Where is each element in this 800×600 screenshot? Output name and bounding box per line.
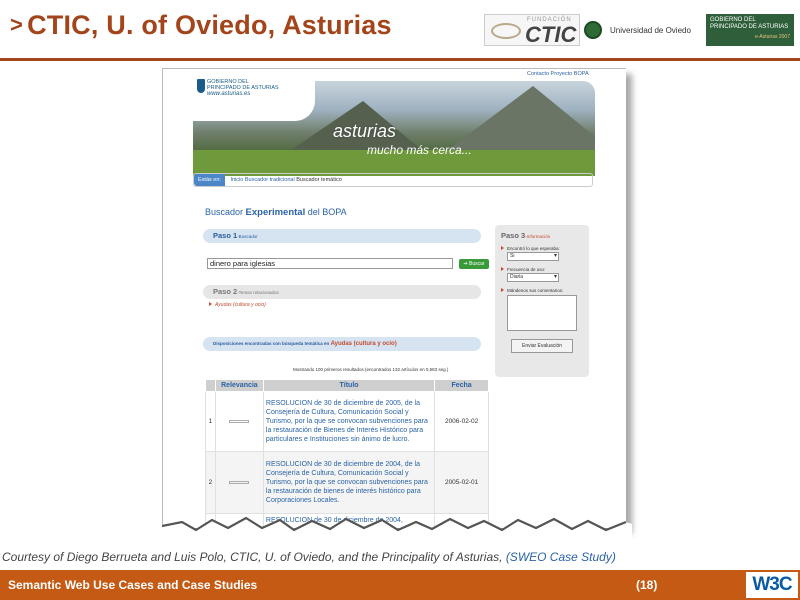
step2-subtitle: -Temas relacionados — [237, 290, 279, 295]
page-title-post: del BOPA — [307, 207, 347, 217]
header-blank — [205, 379, 216, 392]
step1-title: Paso 1 — [213, 231, 238, 240]
gobierno-logo-text: GOBIERNO DEL PRINCIPADO DE ASTURIAS — [710, 17, 789, 30]
step3-panel: Paso 3-Información Encontró lo que esper… — [495, 225, 589, 377]
ctic-logo: FUNDACIÓN CTIC — [484, 14, 580, 47]
table-row: 2 RESOLUCION de 30 de diciembre de 2004,… — [205, 451, 489, 514]
page-number: (18) — [636, 578, 658, 592]
step3-header: Paso 3-Información — [495, 225, 589, 240]
comments-textarea[interactable] — [507, 295, 577, 331]
related-topic-link[interactable]: Ayudas (cultura y ocio) — [209, 302, 266, 308]
torn-edge-graphic — [162, 516, 632, 540]
page-title-pre: Buscador — [205, 207, 244, 217]
case-study-link[interactable]: (SWEO Case Study) — [506, 550, 616, 564]
result-date: 2005-02-01 — [434, 451, 489, 514]
banner-title: asturias — [333, 121, 397, 141]
breadcrumb-label: Estás en: — [194, 174, 225, 186]
search-button[interactable]: ➜ Buscar — [459, 259, 489, 269]
row-number: 2 — [205, 451, 216, 514]
contact-link[interactable]: Contacto Proyecto BOPA — [527, 71, 589, 77]
title-arrow-icon: > — [10, 12, 24, 37]
step3-subtitle: -Información — [525, 234, 551, 239]
question-expected-label: Encontró lo que esperaba: — [507, 246, 560, 251]
related-topic-label: Ayudas (cultura y ocio) — [215, 302, 266, 308]
search-input[interactable]: dinero para iglesias — [207, 258, 453, 269]
credit-line: Courtesy of Diego Berrueta and Luis Polo… — [2, 550, 616, 564]
universidad-logo: Universidad de Oviedo — [610, 25, 691, 35]
table-row: 1 RESOLUCION de 30 de diciembre de 2005,… — [205, 391, 489, 452]
breadcrumb-tradicional[interactable]: Buscador tradicional — [245, 177, 295, 183]
header-fecha[interactable]: Fecha — [434, 379, 489, 392]
question-frequency: Frecuencia de uso: — [495, 267, 589, 272]
slide-title: > CTIC, U. of Oviedo, Asturias — [10, 10, 392, 41]
bullet-icon — [501, 288, 504, 292]
bullet-icon — [501, 267, 504, 271]
search-button-label: Buscar — [469, 261, 485, 267]
asturias-gov-logo[interactable]: GOBIERNO DEL PRINCIPADO DE ASTURIAS www.… — [197, 79, 279, 97]
ctic-swirl-icon — [491, 23, 521, 39]
university-seal-icon — [584, 21, 602, 39]
result-date: 2006-02-02 — [434, 391, 489, 452]
asturias-shield-icon — [197, 79, 205, 93]
frequency-select[interactable]: Diaria — [507, 273, 559, 282]
row-number: 1 — [205, 391, 216, 452]
results-header: Disposiciones encontradas con búsqueda t… — [203, 337, 481, 351]
step1-header: Paso 1-Buscador — [203, 229, 481, 243]
breadcrumb: Estás en: Inicio Buscador tradicional Bu… — [193, 173, 593, 187]
step1-subtitle: -Buscador — [237, 234, 258, 239]
gobierno-logo: GOBIERNO DEL PRINCIPADO DE ASTURIAS e-As… — [706, 14, 794, 46]
step2-header: Paso 2-Temas relacionados — [203, 285, 481, 299]
question-comments: Mándenos sus comentarios: — [495, 288, 589, 293]
results-table: Relevancia Título Fecha 1 RESOLUCION de … — [205, 379, 489, 528]
page-title-bold: Experimental — [245, 207, 306, 218]
step2-title: Paso 2 — [213, 287, 238, 296]
bullet-icon — [209, 302, 212, 306]
footer-title: Semantic Web Use Cases and Case Studies — [8, 578, 258, 592]
results-info: Mostrando 100 primeros resultados (encon… — [293, 367, 449, 372]
relevance-bar-icon — [214, 451, 264, 514]
expected-select[interactable]: Si — [507, 252, 559, 261]
relevance-bar-icon — [214, 391, 264, 452]
question-frequency-label: Frecuencia de uso: — [507, 267, 546, 272]
question-comments-label: Mándenos sus comentarios: — [507, 288, 564, 293]
bullet-icon — [501, 246, 504, 250]
result-title-link[interactable]: RESOLUCION de 30 de diciembre de 2005, d… — [262, 391, 436, 452]
table-header-row: Relevancia Título Fecha — [205, 379, 489, 392]
gobierno-logo-sub: e-Asturias 2007 — [754, 34, 790, 40]
slide-footer: Semantic Web Use Cases and Case Studies … — [0, 570, 800, 600]
logo-strip: FUNDACIÓN CTIC Universidad de Oviedo GOB… — [484, 14, 794, 47]
breadcrumb-inicio[interactable]: Inicio — [230, 177, 243, 183]
slide-title-text: CTIC, U. of Oviedo, Asturias — [27, 10, 392, 40]
website-screenshot: asturias mucho más cerca... GOBIERNO DEL… — [162, 68, 626, 528]
title-rule — [0, 58, 800, 61]
header-titulo[interactable]: Título — [262, 379, 436, 392]
result-title-link[interactable]: RESOLUCION de 30 de diciembre de 2004, d… — [262, 451, 436, 514]
w3c-logo[interactable]: W3C — [746, 572, 798, 598]
breadcrumb-tematico: Buscador temático — [296, 177, 342, 183]
results-header-text: Disposiciones encontradas con búsqueda t… — [213, 341, 330, 346]
gov-logo-url: www.asturias.es — [207, 91, 251, 97]
results-header-topic: Ayudas (cultura y ocio) — [330, 341, 397, 347]
step3-title: Paso 3 — [501, 231, 526, 240]
credit-text: Courtesy of Diego Berrueta and Luis Polo… — [2, 550, 503, 564]
send-evaluation-button[interactable]: Enviar Evaluación — [511, 339, 573, 353]
header-relevancia[interactable]: Relevancia — [214, 379, 264, 392]
banner-subtitle: mucho más cerca... — [367, 143, 472, 157]
question-expected: Encontró lo que esperaba: — [495, 246, 589, 251]
ctic-text: CTIC — [525, 22, 577, 47]
page-title: Buscador Experimental del BOPA — [205, 207, 347, 218]
